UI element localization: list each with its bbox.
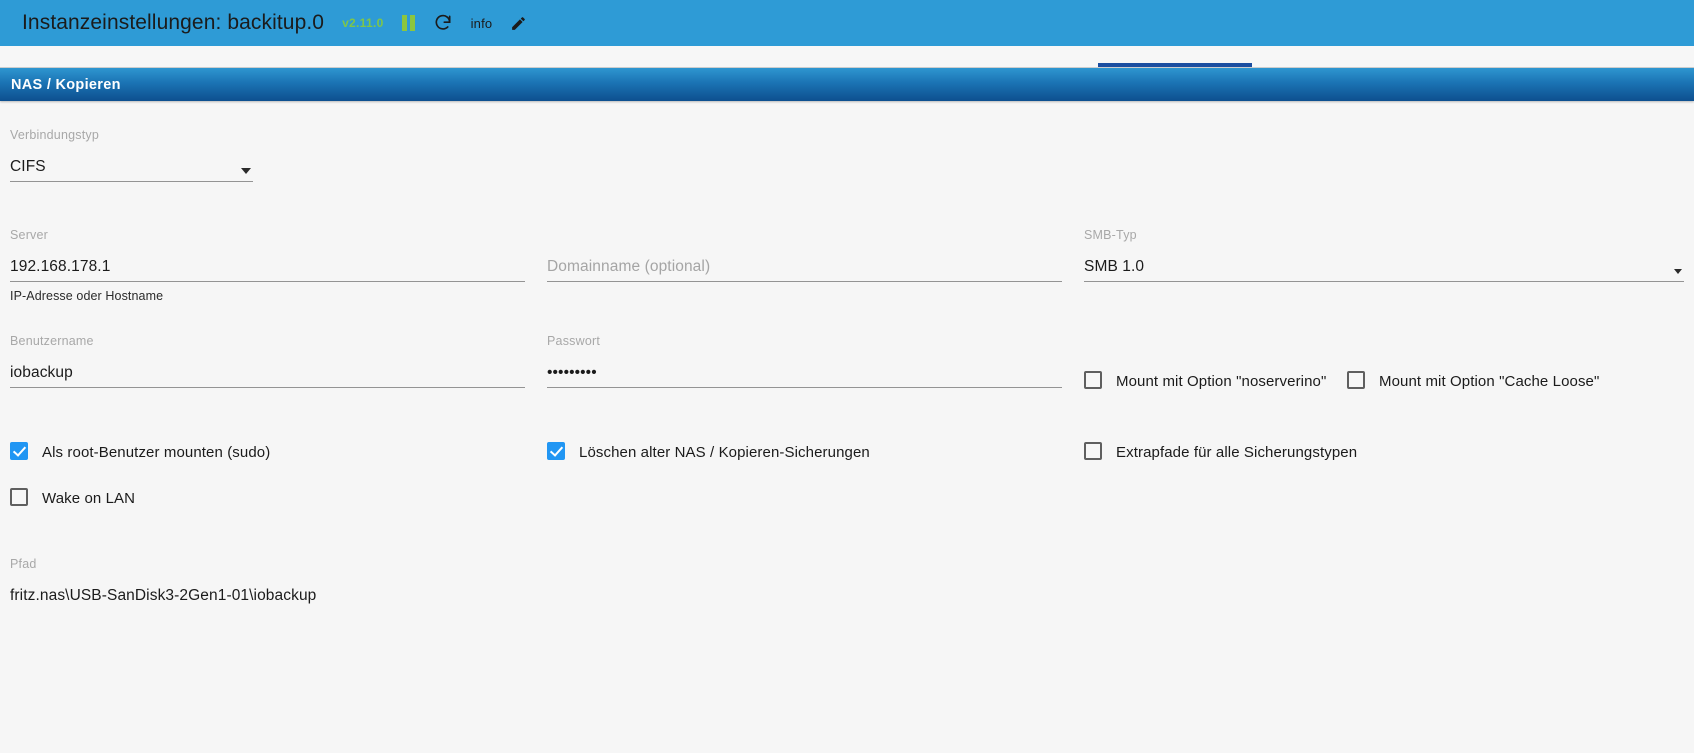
app-header: Instanzeinstellungen: backitup.0 v2.11.0… (0, 0, 1694, 46)
path-label: Pfad (10, 557, 37, 571)
checkbox-wake-on-lan-label: Wake on LAN (42, 490, 136, 507)
checkbox-sudo-mount-label: Als root-Benutzer mounten (sudo) (42, 444, 271, 461)
smb-type-value: SMB 1.0 (1084, 258, 1145, 275)
server-label: Server (10, 228, 49, 242)
tab-active-indicator (1098, 63, 1252, 67)
path-value: fritz.nas\USB-SanDisk3-2Gen1-01\iobackup (10, 587, 317, 604)
connection-type-label: Verbindungstyp (10, 128, 99, 142)
password-value: ••••••••• (547, 364, 597, 381)
noserverino-wrap: Mount mit Option "noserverino" (1084, 370, 1342, 393)
smb-type-field-wrap: SMB-Typ SMB 1.0 (1084, 228, 1684, 303)
checkbox-noserverino[interactable]: Mount mit Option "noserverino" (1084, 370, 1342, 393)
checkbox-box-icon[interactable] (1084, 442, 1102, 460)
username-underline (10, 387, 525, 388)
wake-on-lan-wrap: Wake on LAN (10, 487, 525, 510)
settings-form: Verbindungstyp CIFS Server 192.168.178.1… (0, 128, 1694, 753)
row-options-1: Als root-Benutzer mounten (sudo) Löschen… (10, 441, 1684, 464)
checkbox-box-icon[interactable] (547, 442, 565, 460)
username-field-wrap: Benutzername iobackup (10, 334, 525, 393)
row-connection-type: Verbindungstyp CIFS (10, 128, 1684, 182)
connection-type-value: CIFS (10, 158, 46, 175)
password-field-wrap: Passwort ••••••••• (547, 334, 1062, 393)
smb-type-label: SMB-Typ (1084, 228, 1137, 242)
checkbox-box-icon[interactable] (10, 442, 28, 460)
domain-underline (547, 281, 1062, 282)
version-badge: v2.11.0 (342, 16, 384, 30)
checkbox-cache-loose-label: Mount mit Option "Cache Loose" (1379, 373, 1600, 390)
chevron-down-icon[interactable] (241, 168, 251, 174)
checkbox-noserverino-label: Mount mit Option "noserverino" (1116, 373, 1327, 390)
tab-strip[interactable] (0, 46, 1694, 68)
page-title: Instanzeinstellungen: backitup.0 (22, 11, 325, 34)
section-header-nas-kopieren: NAS / Kopieren (0, 68, 1694, 101)
connection-type-select[interactable]: Verbindungstyp CIFS (10, 128, 253, 182)
delete-old-wrap: Löschen alter NAS / Kopieren-Sicherungen (547, 441, 1062, 464)
username-value: iobackup (10, 364, 73, 381)
checkbox-cache-loose[interactable]: Mount mit Option "Cache Loose" (1347, 370, 1607, 393)
checkbox-extra-paths[interactable]: Extrapfade für alle Sicherungstypen (1084, 441, 1684, 464)
row-options-2: Wake on LAN (10, 487, 1684, 510)
row-server: Server 192.168.178.1 IP-Adresse oder Hos… (10, 228, 1684, 303)
info-button[interactable]: info (471, 16, 493, 31)
server-value: 192.168.178.1 (10, 258, 111, 275)
pencil-icon[interactable] (510, 15, 527, 32)
cache-loose-wrap: Mount mit Option "Cache Loose" (1347, 370, 1607, 393)
header-actions: info (401, 13, 528, 33)
mount-options-wrap: Mount mit Option "noserverino" Mount mit… (1084, 334, 1684, 393)
server-input[interactable]: Server 192.168.178.1 IP-Adresse oder Hos… (10, 228, 525, 303)
password-underline (547, 387, 1062, 388)
sudo-mount-wrap: Als root-Benutzer mounten (sudo) (10, 441, 525, 464)
domain-placeholder: Domainname (optional) (547, 258, 711, 275)
checkbox-box-icon[interactable] (10, 488, 28, 506)
path-field-wrap: Pfad fritz.nas\USB-SanDisk3-2Gen1-01\iob… (10, 557, 1564, 610)
server-underline (10, 281, 525, 282)
username-label: Benutzername (10, 334, 94, 348)
extra-paths-wrap: Extrapfade für alle Sicherungstypen (1084, 441, 1684, 464)
checkbox-extra-paths-label: Extrapfade für alle Sicherungstypen (1116, 444, 1358, 461)
checkbox-wake-on-lan[interactable]: Wake on LAN (10, 487, 525, 510)
server-field-wrap: Server 192.168.178.1 IP-Adresse oder Hos… (10, 228, 525, 303)
section-header-label: NAS / Kopieren (11, 76, 121, 93)
chevron-down-icon[interactable] (1674, 269, 1682, 274)
checkbox-box-icon[interactable] (1347, 371, 1365, 389)
smb-type-underline (1084, 281, 1684, 282)
checkbox-sudo-mount[interactable]: Als root-Benutzer mounten (sudo) (10, 441, 525, 464)
path-input[interactable]: Pfad fritz.nas\USB-SanDisk3-2Gen1-01\iob… (10, 557, 1564, 610)
checkbox-delete-old-backups[interactable]: Löschen alter NAS / Kopieren-Sicherungen (547, 441, 1062, 464)
password-input[interactable]: Passwort ••••••••• (547, 334, 1062, 388)
smb-type-select[interactable]: SMB-Typ SMB 1.0 (1084, 228, 1684, 282)
domain-field-wrap: Domainname (optional) (547, 228, 1062, 303)
server-help-text: IP-Adresse oder Hostname (10, 289, 164, 303)
row-path: Pfad fritz.nas\USB-SanDisk3-2Gen1-01\iob… (10, 557, 1684, 610)
row-credentials: Benutzername iobackup Passwort •••••••••… (10, 334, 1684, 393)
connection-type-underline (10, 181, 253, 182)
checkbox-delete-old-backups-label: Löschen alter NAS / Kopieren-Sicherungen (579, 444, 870, 461)
refresh-icon[interactable] (433, 13, 453, 33)
pause-icon[interactable] (401, 15, 415, 31)
password-label: Passwort (547, 334, 601, 348)
checkbox-box-icon[interactable] (1084, 371, 1102, 389)
username-input[interactable]: Benutzername iobackup (10, 334, 525, 388)
domain-input[interactable]: Domainname (optional) (547, 228, 1062, 282)
connection-type-field-wrap: Verbindungstyp CIFS (10, 128, 253, 182)
